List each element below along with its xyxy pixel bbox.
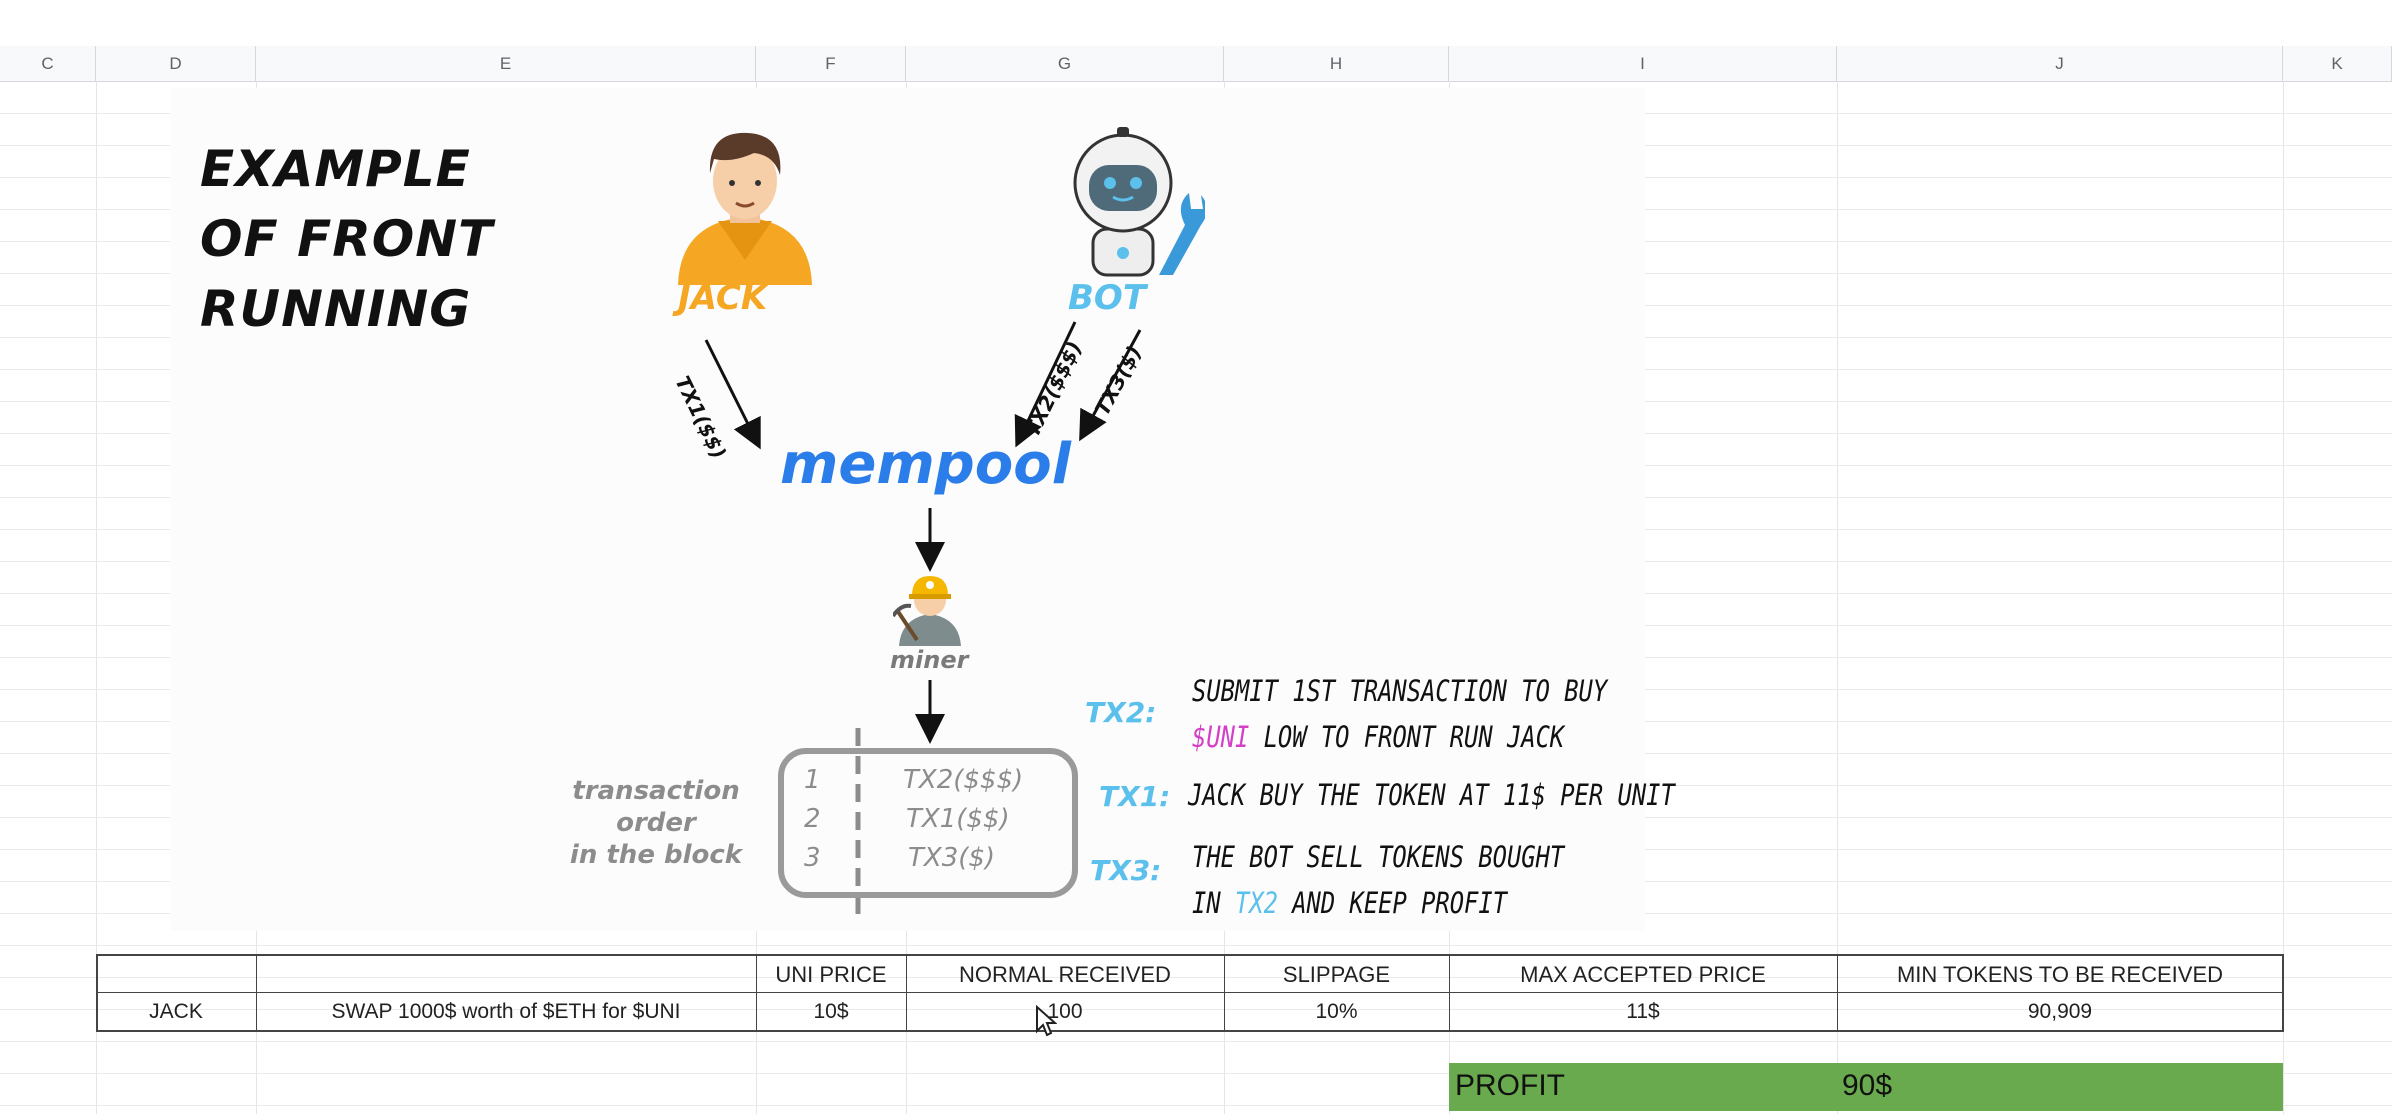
tx2-key: TX2:	[1085, 696, 1157, 729]
cell-name[interactable]: JACK	[96, 1000, 256, 1024]
mouse-cursor-icon	[1036, 1005, 1057, 1037]
uni-highlight: $UNI	[1192, 720, 1250, 754]
cell-action[interactable]: SWAP 1000$ worth of $ETH for $UNI	[256, 1000, 756, 1024]
miner-icon	[893, 576, 961, 646]
header-max-accepted-price[interactable]: MAX ACCEPTED PRICE	[1449, 962, 1837, 988]
tx2-description: SUBMIT 1ST TRANSACTION TO BUY $UNI LOW T…	[1192, 668, 1607, 760]
tx2-line-2-rest: LOW TO FRONT RUN JACK	[1249, 720, 1565, 754]
order-label-line-2: order	[616, 808, 696, 838]
tx3-line-1: THE BOT SELL TOKENS BOUGHT	[1192, 840, 1565, 874]
block-row-1-num: 1	[804, 765, 821, 795]
header-uni-price[interactable]: UNI PRICE	[756, 962, 906, 988]
block-row-1-tx: TX2($$$)	[903, 765, 1024, 795]
block-row-2-num: 2	[804, 804, 821, 834]
header-min-tokens[interactable]: MIN TOKENS TO BE RECEIVED	[1837, 962, 2283, 988]
table-border-mid	[96, 992, 2283, 993]
tx2-highlight: TX2	[1234, 886, 1278, 920]
miner-label: miner	[890, 646, 969, 674]
cell-uni-price[interactable]: 10$	[756, 1000, 906, 1024]
tx1-description: JACK BUY THE TOKEN AT 11$ PER UNIT	[1188, 778, 1675, 812]
cell-normal-received[interactable]: 100	[906, 1000, 1224, 1024]
block-row-3-num: 3	[804, 843, 821, 873]
cell-min-tokens[interactable]: 90,909	[1837, 1000, 2283, 1024]
header-normal-received[interactable]: NORMAL RECEIVED	[906, 962, 1224, 988]
tx3-line-2-pre: IN	[1192, 886, 1235, 920]
tx3-key: TX3:	[1090, 854, 1162, 887]
table-border-bottom	[96, 1030, 2283, 1032]
cell-max-price[interactable]: 11$	[1449, 1000, 1837, 1024]
tx3-description: THE BOT SELL TOKENS BOUGHT IN TX2 AND KE…	[1192, 834, 1564, 926]
tx2-line-1: SUBMIT 1ST TRANSACTION TO BUY	[1192, 674, 1608, 708]
cell-slippage[interactable]: 10%	[1224, 1000, 1449, 1024]
order-label-line-1: transaction	[572, 776, 740, 806]
tx2-line-2: $UNI LOW TO FRONT RUN JACK	[1192, 714, 1607, 760]
profit-label[interactable]: PROFIT	[1455, 1069, 1565, 1103]
block-row-2-tx: TX1($$)	[906, 804, 1010, 834]
tx1-key: TX1:	[1099, 780, 1171, 813]
header-slippage[interactable]: SLIPPAGE	[1224, 962, 1449, 988]
tx3-line-2-rest: AND KEEP PROFIT	[1277, 886, 1507, 920]
flow-arrows	[704, 321, 1142, 924]
block-row-3-tx: TX3($)	[908, 843, 996, 873]
transaction-order-label: transaction order in the block	[556, 775, 756, 871]
table-border-top	[96, 954, 2283, 956]
mempool-label: mempool	[780, 432, 1071, 497]
tx3-line-2: IN TX2 AND KEEP PROFIT	[1192, 880, 1564, 926]
order-label-line-3: in the block	[569, 840, 743, 870]
profit-value[interactable]: 90$	[1842, 1069, 1892, 1103]
